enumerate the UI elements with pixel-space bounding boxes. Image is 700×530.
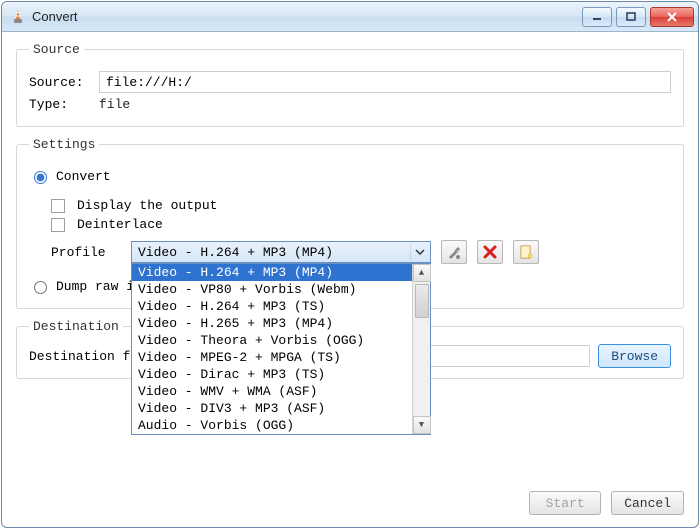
source-input[interactable] [99, 71, 671, 93]
browse-button[interactable]: Browse [598, 344, 671, 368]
source-group: Source Source: Type: file [16, 42, 684, 127]
profile-option[interactable]: Video - H.264 + MP3 (MP4) [132, 264, 412, 281]
scroll-down-button[interactable]: ▼ [413, 416, 431, 434]
window-controls [582, 7, 694, 27]
profile-combo-wrapper: Video - H.264 + MP3 (MP4) Video - H.264 … [131, 241, 431, 263]
titlebar: Convert [2, 2, 698, 32]
convert-radio[interactable] [34, 171, 47, 184]
delete-x-icon [483, 245, 497, 259]
profile-label: Profile [51, 245, 121, 260]
profile-option-list: Video - H.264 + MP3 (MP4)Video - VP80 + … [132, 264, 412, 434]
source-label: Source: [29, 75, 93, 90]
profile-option[interactable]: Audio - Vorbis (OGG) [132, 417, 412, 434]
convert-label: Convert [56, 169, 111, 184]
profile-selected-text: Video - H.264 + MP3 (MP4) [138, 245, 333, 260]
settings-legend: Settings [29, 137, 99, 152]
profile-option[interactable]: Video - MPEG-2 + MPGA (TS) [132, 349, 412, 366]
maximize-button[interactable] [616, 7, 646, 27]
settings-group: Settings Convert Display the output Dein… [16, 137, 684, 309]
type-label: Type: [29, 97, 93, 112]
destination-legend: Destination [29, 319, 123, 334]
minimize-button[interactable] [582, 7, 612, 27]
wrench-icon [446, 244, 462, 260]
display-output-checkbox[interactable] [51, 199, 65, 213]
convert-window: Convert Source Source: Type: file [1, 1, 699, 528]
dialog-footer: Start Cancel [2, 487, 698, 527]
scroll-thumb[interactable] [415, 284, 429, 318]
start-button[interactable]: Start [529, 491, 601, 515]
new-profile-button[interactable] [513, 240, 539, 264]
app-icon [10, 9, 26, 25]
profile-combobox[interactable]: Video - H.264 + MP3 (MP4) [131, 241, 431, 263]
delete-profile-button[interactable] [477, 240, 503, 264]
scroll-up-button[interactable]: ▲ [413, 264, 431, 282]
client-area: Source Source: Type: file Settings Conve… [2, 32, 698, 487]
deinterlace-checkbox[interactable] [51, 218, 65, 232]
close-button[interactable] [650, 7, 694, 27]
cancel-button[interactable]: Cancel [611, 491, 684, 515]
window-title: Convert [32, 9, 582, 24]
profile-option[interactable]: Video - VP80 + Vorbis (Webm) [132, 281, 412, 298]
profile-option[interactable]: Video - WMV + WMA (ASF) [132, 383, 412, 400]
dropdown-scrollbar[interactable]: ▲ ▼ [412, 264, 430, 434]
profile-option[interactable]: Video - Theora + Vorbis (OGG) [132, 332, 412, 349]
dump-raw-radio[interactable] [34, 281, 47, 294]
type-value: file [99, 97, 130, 112]
profile-dropdown: Video - H.264 + MP3 (MP4)Video - VP80 + … [131, 263, 431, 435]
edit-profile-button[interactable] [441, 240, 467, 264]
profile-option[interactable]: Video - Dirac + MP3 (TS) [132, 366, 412, 383]
profile-option[interactable]: Video - H.265 + MP3 (MP4) [132, 315, 412, 332]
new-icon [518, 244, 534, 260]
display-output-label: Display the output [77, 198, 217, 213]
source-legend: Source [29, 42, 84, 57]
deinterlace-label: Deinterlace [77, 217, 163, 232]
profile-option[interactable]: Video - H.264 + MP3 (TS) [132, 298, 412, 315]
chevron-down-icon [410, 243, 428, 261]
profile-option[interactable]: Video - DIV3 + MP3 (ASF) [132, 400, 412, 417]
profile-row: Profile Video - H.264 + MP3 (MP4) Video … [29, 240, 671, 264]
